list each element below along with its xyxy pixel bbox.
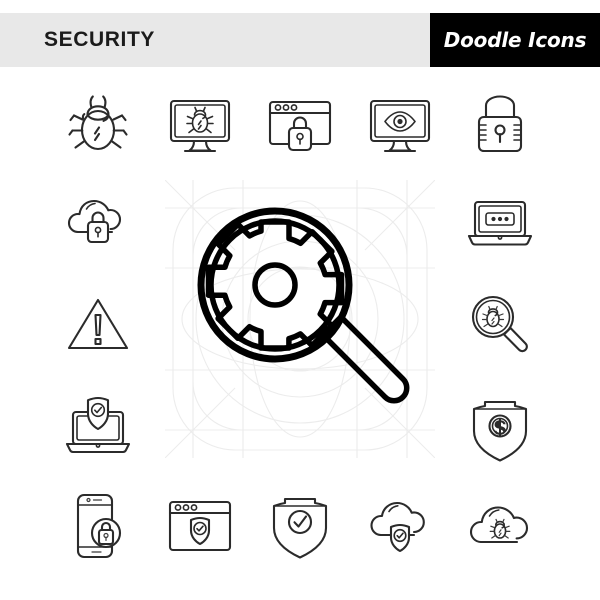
warning-triangle-icon [61,288,135,362]
icon-cell[interactable] [150,485,250,567]
icon-cell[interactable] [450,284,550,366]
cloud-shield-icon [363,489,437,563]
brand-badge: Doodle Icons [430,13,600,67]
magnifier-bug-icon [463,288,537,362]
icon-cell[interactable] [350,84,450,166]
icon-cell[interactable] [48,485,148,567]
icon-cell[interactable] [48,284,148,366]
icon-cell[interactable] [450,485,550,567]
icon-cell[interactable] [250,84,350,166]
monitor-bug-icon [163,88,237,162]
cloud-bug-icon [463,489,537,563]
browser-lock-icon [263,88,337,162]
brand-badge-label: Doodle Icons [443,28,587,52]
browser-shield-icon [163,489,237,563]
laptop-password-icon [463,184,537,258]
bug-icon [61,88,135,162]
icon-cell[interactable] [450,180,550,262]
icon-grid [0,72,600,572]
phone-lock-icon [61,489,135,563]
shield-check-icon [263,489,337,563]
icon-cell[interactable] [48,386,148,468]
icon-cell[interactable] [48,84,148,166]
shield-dollar-icon [463,390,537,464]
feature-icon-area[interactable] [165,180,435,458]
icon-cell[interactable] [350,485,450,567]
magnifier-gear-icon [197,207,410,404]
icon-cell[interactable] [450,386,550,468]
padlock-icon [463,88,537,162]
icon-cell[interactable] [150,84,250,166]
icon-cell[interactable] [250,485,350,567]
cloud-lock-icon [61,184,135,258]
page-title: SECURITY [44,28,155,51]
monitor-eye-icon [363,88,437,162]
icon-sheet-page: SECURITY Doodle Icons [0,0,600,600]
laptop-shield-icon [61,390,135,464]
icon-cell[interactable] [450,84,550,166]
icon-cell[interactable] [48,180,148,262]
